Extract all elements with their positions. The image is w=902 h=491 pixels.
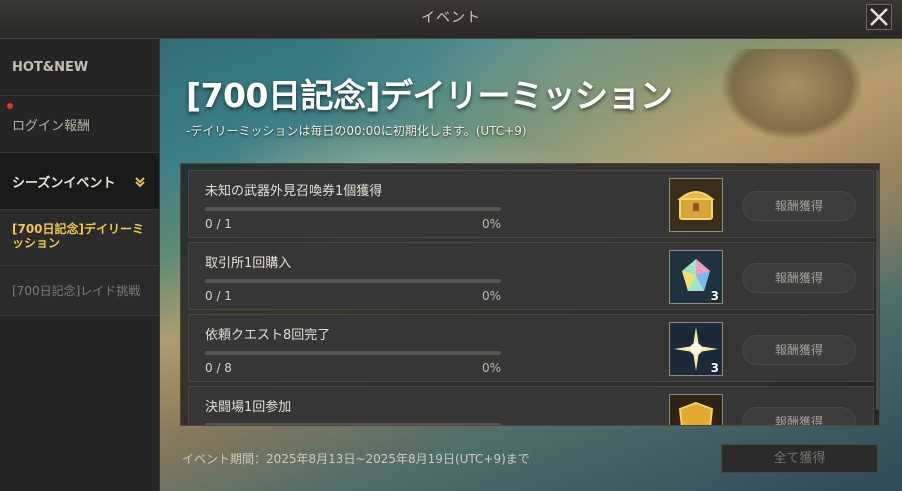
sidebar-item-label: ログイン報酬 (12, 118, 91, 134)
golden-chest-icon (670, 179, 722, 231)
event-period: イベント期間：2025年8月13日~2025年8月19日(UTC+9)まで (182, 452, 530, 466)
mission-list[interactable]: 未知の武器外見召喚券1個獲得 0 / 1 0% 報酬獲得 取引所1回購入 0 /… (180, 163, 880, 426)
close-icon (870, 8, 888, 26)
mission-row: 決闘場1回参加 報酬獲得 (188, 386, 874, 425)
reward-slot[interactable]: 3 (669, 250, 723, 304)
mission-row: 依頼クエスト8回完了 0 / 8 0% 3 報酬獲得 (188, 314, 874, 382)
mission-row: 取引所1回購入 0 / 1 0% 3 報酬獲得 (188, 242, 874, 310)
mission-title: 依頼クエスト8回完了 (205, 328, 331, 343)
sidebar-item-season-event[interactable]: シーズンイベント (0, 153, 159, 210)
sidebar-subitem-label: [700日記念]レイド挑戦 (12, 284, 141, 298)
sidebar-item-label: HOT&NEW (12, 59, 89, 75)
mission-percent: 0% (481, 361, 501, 375)
mission-count: 0 / 8 (205, 361, 232, 375)
sidebar-item-label: シーズンイベント (12, 175, 116, 191)
progress-bar (205, 351, 501, 355)
mission-percent: 0% (481, 217, 501, 231)
mission-title: 取引所1回購入 (205, 256, 292, 271)
sidebar-subitem-label: [700日記念]デイリーミッション (12, 222, 145, 250)
claim-all-button[interactable]: 全て獲得 (721, 444, 878, 473)
progress-bar (205, 423, 501, 425)
gold-shield-icon (670, 395, 722, 425)
event-window: イベント HOT&NEW ログイン報酬 シーズンイベント [700日記念]デイリ… (0, 0, 902, 491)
reward-slot[interactable] (669, 178, 723, 232)
sidebar-subitem-daily-mission[interactable]: [700日記念]デイリーミッション (0, 210, 159, 266)
sidebar-item-login-reward[interactable]: ログイン報酬 (0, 96, 159, 153)
notification-dot (7, 103, 13, 109)
sidebar: HOT&NEW ログイン報酬 シーズンイベント [700日記念]デイリーミッショ… (0, 39, 160, 491)
window-title: イベント (421, 10, 481, 26)
reward-slot[interactable]: 3 (669, 322, 723, 376)
scrollbar[interactable] (876, 170, 879, 410)
claim-reward-button[interactable]: 報酬獲得 (742, 263, 856, 293)
mission-count: 0 / 1 (205, 289, 232, 303)
page-title: [700日記念]デイリーミッション (186, 76, 673, 115)
close-button[interactable] (866, 4, 892, 30)
season-event-sublist: [700日記念]デイリーミッション [700日記念]レイド挑戦 (0, 210, 159, 316)
page-subtitle: -デイリーミッションは毎日の00:00に初期化します。(UTC+9) (186, 124, 527, 138)
claim-reward-button[interactable]: 報酬獲得 (742, 407, 856, 425)
reward-quantity: 3 (710, 289, 719, 303)
reward-quantity: 3 (710, 361, 719, 375)
mission-title: 未知の武器外見召喚券1個獲得 (205, 184, 383, 199)
claim-reward-button[interactable]: 報酬獲得 (742, 191, 856, 221)
progress-bar (205, 279, 501, 283)
chevron-down-icon (135, 177, 145, 188)
mission-title: 決闘場1回参加 (205, 400, 292, 415)
mission-row: 未知の武器外見召喚券1個獲得 0 / 1 0% 報酬獲得 (188, 170, 874, 238)
title-bar: イベント (0, 0, 902, 39)
reward-slot[interactable] (669, 394, 723, 425)
progress-bar (205, 207, 501, 211)
sidebar-subitem-raid-challenge[interactable]: [700日記念]レイド挑戦 (0, 266, 159, 316)
mission-percent: 0% (481, 289, 501, 303)
sidebar-item-hot-new[interactable]: HOT&NEW (0, 39, 159, 96)
claim-reward-button[interactable]: 報酬獲得 (742, 335, 856, 365)
mission-count: 0 / 1 (205, 217, 232, 231)
banner-hut-art (722, 49, 862, 139)
